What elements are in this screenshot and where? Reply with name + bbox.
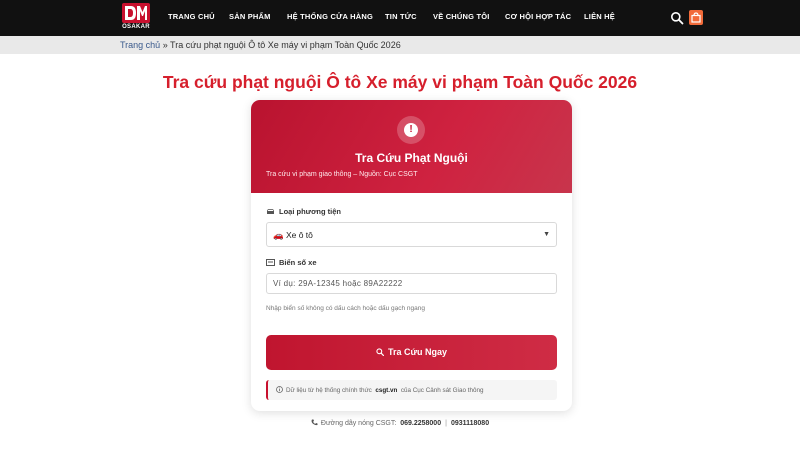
lookup-card: ! Tra Cứu Phạt Nguội Tra cứu vi phạm gia… [251, 100, 572, 411]
hotline-number-2[interactable]: 0931118080 [451, 420, 489, 427]
source-site-link[interactable]: csgt.vn [375, 387, 397, 394]
vehicle-type-select[interactable]: 🚗 Xe ô tô ▼ [266, 222, 557, 247]
source-note: Dữ liệu từ hệ thống chính thức csgt.vn c… [266, 380, 557, 400]
nav-item-partnership[interactable]: CƠ HỘI HỢP TÁC [505, 12, 571, 21]
card-title: Tra Cứu Phạt Nguội [355, 151, 468, 165]
hotline-label: Đường dây nóng CSGT: [320, 420, 397, 427]
plate-number-label: Biển số xe [266, 258, 317, 267]
plate-number-label-text: Biển số xe [279, 258, 317, 267]
vehicle-type-label-text: Loại phương tiện [279, 207, 342, 216]
source-suffix: của Cục Cảnh sát Giao thông [400, 387, 484, 394]
search-icon [376, 348, 384, 357]
vehicle-type-value: 🚗 Xe ô tô [273, 230, 313, 240]
chevron-down-icon: ▼ [543, 231, 550, 238]
shopping-bag-icon[interactable] [689, 10, 703, 25]
alert-circle-icon: ! [397, 116, 425, 144]
top-navigation: OSAKAR TRANG CHỦ SẢN PHẨM HỆ THỐNG CỬA H… [0, 0, 800, 36]
breadcrumb: Trang chủ » Tra cứu phạt nguội Ô tô Xe m… [120, 40, 401, 50]
nav-item-about[interactable]: VỀ CHÚNG TÔI [433, 12, 490, 21]
hotline-number-1[interactable]: 069.2258000 [400, 420, 441, 427]
page-title: Tra cứu phạt nguội Ô tô Xe máy vi phạm T… [162, 72, 638, 92]
breadcrumb-current: Tra cứu phạt nguội Ô tô Xe máy vi phạm T… [170, 40, 401, 50]
car-icon [267, 209, 274, 214]
card-subtitle: Tra cứu vi phạm giao thông – Nguồn: Cục … [266, 171, 418, 178]
breadcrumb-home-link[interactable]: Trang chủ [120, 40, 160, 50]
hotline: Đường dây nóng CSGT: 069.2258000 | 0931118… [0, 419, 800, 427]
id-card-icon [266, 259, 275, 266]
breadcrumb-separator: » [160, 40, 171, 50]
nav-item-news[interactable]: TIN TỨC [385, 12, 417, 21]
phone-icon [311, 419, 318, 426]
nav-item-home[interactable]: TRANG CHỦ [168, 12, 215, 21]
hotline-divider: | [445, 420, 447, 427]
card-header: ! Tra Cứu Phạt Nguội Tra cứu vi phạm gia… [251, 100, 572, 193]
brand-logo[interactable]: OSAKAR [122, 3, 150, 33]
plate-number-hint: Nhập biển số không có dấu cách hoặc dấu … [266, 305, 426, 312]
source-prefix: Dữ liệu từ hệ thống chính thức [286, 387, 372, 394]
brand-name: OSAKAR [122, 24, 150, 30]
nav-item-products[interactable]: SẢN PHẨM [229, 12, 271, 21]
breadcrumb-bar: Trang chủ » Tra cứu phạt nguội Ô tô Xe m… [0, 36, 800, 54]
search-icon[interactable] [670, 11, 684, 25]
info-icon [276, 386, 283, 393]
vehicle-type-label: Loại phương tiện [266, 207, 341, 216]
nav-item-stores[interactable]: HỆ THỐNG CỬA HÀNG [287, 12, 373, 21]
logo-mark-icon [122, 3, 150, 23]
search-submit-button[interactable]: Tra Cứu Ngay [266, 335, 557, 370]
plate-number-input[interactable]: Ví dụ: 29A-12345 hoặc 89A22222 [266, 273, 557, 294]
search-submit-label: Tra Cứu Ngay [387, 347, 448, 357]
plate-number-placeholder: Ví dụ: 29A-12345 hoặc 89A22222 [273, 279, 403, 288]
nav-item-contact[interactable]: LIÊN HỆ [584, 12, 615, 21]
